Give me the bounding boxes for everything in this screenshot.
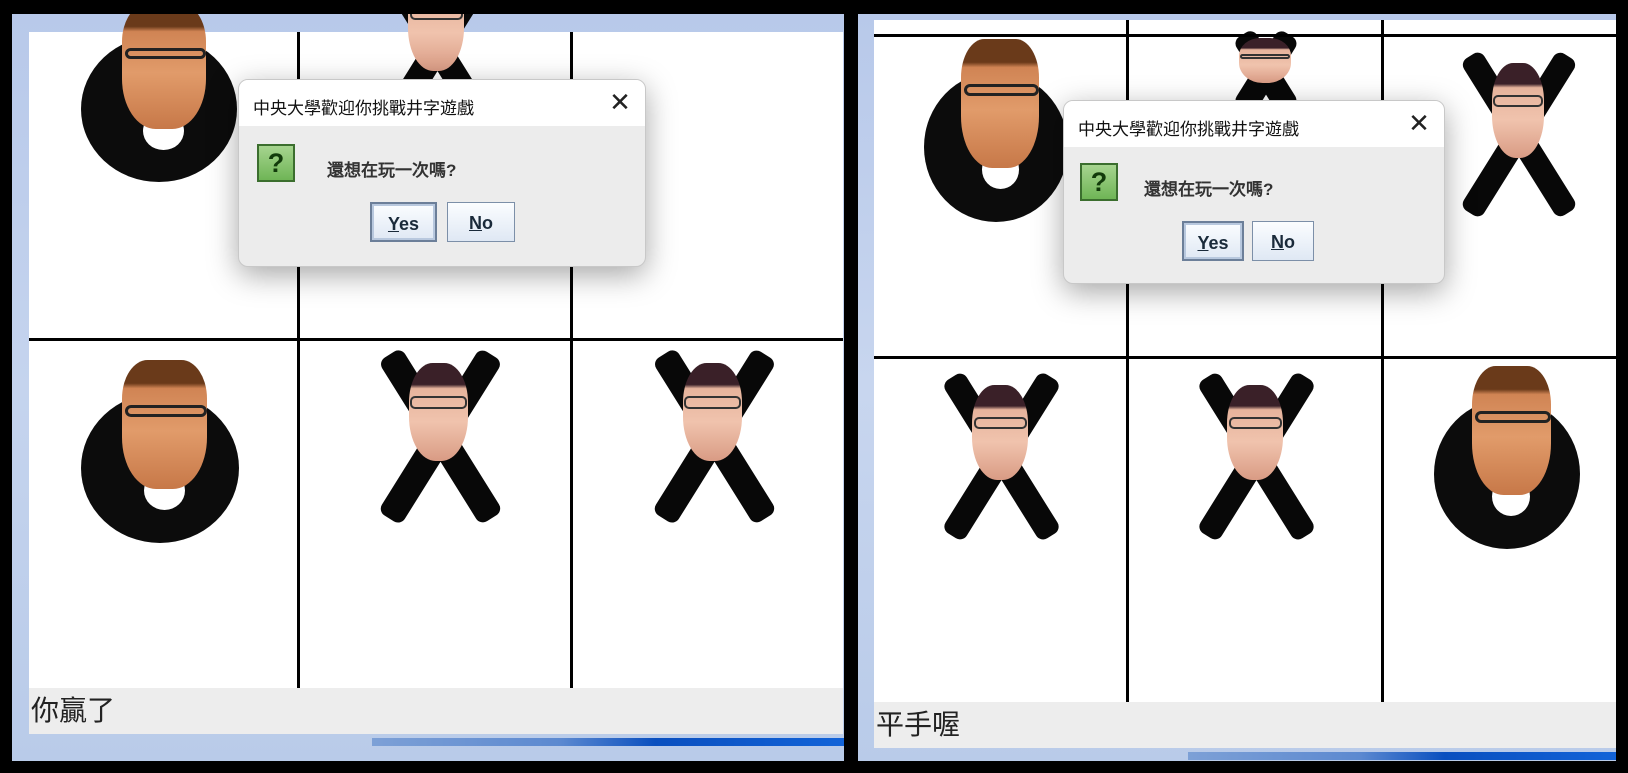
yes-label: es (398, 214, 420, 234)
close-icon[interactable]: ✕ (1406, 110, 1432, 136)
x-piece-professor-icon (926, 370, 1066, 542)
game-status-label: 平手喔 (874, 702, 1616, 748)
grid-line (874, 34, 1616, 37)
close-icon[interactable]: ✕ (607, 89, 633, 115)
no-label: o (482, 213, 493, 233)
no-button[interactable]: No (447, 202, 515, 242)
board-cell-6[interactable] (573, 341, 843, 688)
question-icon: ? (257, 144, 295, 182)
dialog-message: 還想在玩一次嗎? (1144, 180, 1274, 199)
dialog-titlebar: 中央大學歡迎你挑戰井字遊戲 ✕ (1064, 101, 1444, 147)
game-window-draw: 平手喔 中央大學歡迎你挑戰井字遊戲 ✕ ? 還想在玩一次嗎? Yes No (858, 14, 1616, 761)
x-piece-professor-icon (1448, 49, 1580, 219)
yes-button[interactable]: Yes (370, 202, 437, 242)
x-piece-professor-icon (360, 347, 508, 526)
yes-mnemonic: Y (387, 214, 399, 234)
o-piece-student-icon (81, 14, 237, 182)
dialog-titlebar: 中央大學歡迎你挑戰井字遊戲 ✕ (239, 80, 645, 126)
board-cell-5[interactable] (1129, 359, 1381, 702)
grid-line (29, 338, 843, 341)
yes-mnemonic: Y (1197, 233, 1209, 253)
dialog-message: 還想在玩一次嗎? (327, 161, 457, 180)
board-cell-6[interactable] (1384, 359, 1616, 702)
o-piece-student-icon (81, 360, 239, 543)
play-again-dialog: 中央大學歡迎你挑戰井字遊戲 ✕ ? 還想在玩一次嗎? Yes No (238, 79, 646, 267)
x-piece-professor-icon (1181, 370, 1321, 542)
game-status-label: 你贏了 (29, 688, 843, 734)
yes-button[interactable]: Yes (1182, 221, 1244, 261)
taskbar-strip (1188, 752, 1616, 760)
game-window-win: 你贏了 中央大學歡迎你挑戰井字遊戲 ✕ ? 還想在玩一次嗎? Yes No (12, 14, 844, 761)
dialog-title: 中央大學歡迎你挑戰井字遊戲 (1078, 120, 1299, 139)
o-piece-student-icon (1434, 366, 1580, 549)
x-piece-professor-icon (634, 347, 782, 526)
board-cell-4[interactable] (874, 359, 1126, 702)
play-again-dialog: 中央大學歡迎你挑戰井字遊戲 ✕ ? 還想在玩一次嗎? Yes No (1063, 100, 1445, 284)
taskbar-strip (372, 738, 844, 746)
board-cell-4[interactable] (29, 341, 297, 688)
yes-label: es (1208, 233, 1229, 253)
no-button[interactable]: No (1252, 221, 1314, 261)
dialog-title: 中央大學歡迎你挑戰井字遊戲 (253, 99, 474, 118)
grid-line (874, 356, 1616, 359)
question-icon: ? (1080, 163, 1118, 201)
no-label: o (1284, 232, 1295, 252)
no-mnemonic: N (469, 213, 482, 233)
no-mnemonic: N (1271, 232, 1284, 252)
o-piece-student-icon (924, 39, 1068, 222)
board-cell-5[interactable] (300, 341, 570, 688)
